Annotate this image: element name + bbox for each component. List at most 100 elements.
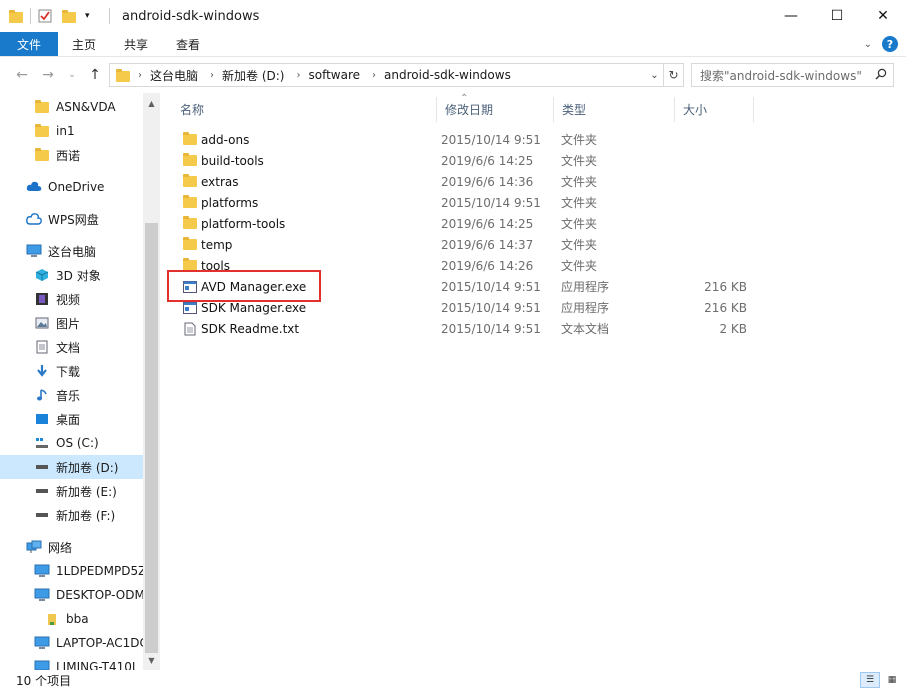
- file-row[interactable]: platforms 2015/10/14 9:51 文件夹: [172, 192, 762, 213]
- file-row[interactable]: extras 2019/6/6 14:36 文件夹: [172, 171, 762, 192]
- nav-item-documents[interactable]: 文档: [0, 335, 143, 359]
- nav-item-downloads[interactable]: 下载: [0, 359, 143, 383]
- nav-item-drive-d[interactable]: 新加卷 (D:): [0, 455, 143, 479]
- nav-item-network[interactable]: 网络: [0, 535, 143, 559]
- nav-item-in1[interactable]: in1: [0, 119, 143, 143]
- nav-item-xinuo[interactable]: 西诺: [0, 143, 143, 167]
- column-header-size[interactable]: 大小: [675, 97, 754, 122]
- nav-item-liming-t410l[interactable]: LIMING-T410L: [0, 655, 143, 670]
- search-input[interactable]: 搜索"android-sdk-windows": [691, 63, 894, 87]
- scroll-up-icon[interactable]: ▲: [143, 95, 160, 111]
- folder-icon: [182, 132, 198, 148]
- large-icons-view-icon[interactable]: ▦: [882, 672, 902, 688]
- back-arrow-icon[interactable]: ←: [12, 65, 32, 85]
- nav-item-1ldpedmpd5z[interactable]: 1LDPEDMPD5Z: [0, 559, 143, 583]
- chevron-right-icon[interactable]: ›: [210, 70, 214, 81]
- cloud-icon: [26, 179, 42, 195]
- nav-item-bba[interactable]: bba: [0, 607, 143, 631]
- tab-share[interactable]: 共享: [110, 32, 162, 56]
- file-size: 216 KB: [704, 279, 747, 294]
- nav-item-desktop-odm[interactable]: DESKTOP-ODM: [0, 583, 143, 607]
- refresh-icon[interactable]: ↻: [663, 64, 683, 86]
- scroll-thumb[interactable]: [145, 223, 158, 653]
- nav-item-desktop[interactable]: 桌面: [0, 407, 143, 431]
- nav-item-label: 新加卷 (E:): [56, 484, 117, 499]
- download-icon: [34, 363, 50, 379]
- file-name: add-ons: [201, 132, 250, 147]
- network-icon: [26, 539, 42, 555]
- forward-arrow-icon[interactable]: →: [38, 65, 58, 85]
- title-bar: ▾ android-sdk-windows — ☐ ✕: [0, 0, 906, 32]
- nav-item-os-c[interactable]: OS (C:): [0, 431, 143, 455]
- nav-item-music[interactable]: 音乐: [0, 383, 143, 407]
- breadcrumb-software[interactable]: software: [308, 68, 360, 82]
- column-header-type[interactable]: 类型: [554, 97, 675, 122]
- recent-locations-icon[interactable]: ⌄: [62, 65, 82, 85]
- nav-item-videos[interactable]: 视频: [0, 287, 143, 311]
- folder-icon: [182, 153, 198, 169]
- chevron-right-icon[interactable]: ›: [138, 70, 142, 81]
- nav-item-label: ASN&VDA: [56, 100, 116, 114]
- nav-item-drive-e[interactable]: 新加卷 (E:): [0, 479, 143, 503]
- file-date: 2019/6/6 14:26: [441, 258, 534, 273]
- avd-manager-highlight-box: [167, 270, 321, 302]
- chevron-down-icon[interactable]: ⌄: [864, 39, 872, 50]
- breadcrumb-this-pc[interactable]: 这台电脑: [150, 67, 198, 84]
- file-type: 文件夹: [561, 196, 598, 210]
- file-date: 2019/6/6 14:36: [441, 174, 534, 189]
- customize-toolbar-icon[interactable]: ▾: [85, 8, 95, 24]
- pictures-icon: [34, 315, 50, 331]
- folder-icon: [34, 99, 50, 115]
- column-header-date[interactable]: 修改日期: [437, 97, 554, 122]
- documents-icon: [34, 339, 50, 355]
- nav-item-pictures[interactable]: 图片: [0, 311, 143, 335]
- file-date: 2015/10/14 9:51: [441, 300, 541, 315]
- nav-item-onedrive[interactable]: OneDrive: [0, 175, 143, 199]
- nav-item-label: 3D 对象: [56, 268, 101, 283]
- file-type: 文件夹: [561, 154, 598, 168]
- 3d-objects-icon: [34, 267, 50, 283]
- breadcrumb-android-sdk-windows[interactable]: android-sdk-windows: [384, 68, 511, 82]
- nav-item-asn-vda[interactable]: ASN&VDA: [0, 95, 143, 119]
- file-type: 应用程序: [561, 280, 610, 294]
- tab-home[interactable]: 主页: [58, 32, 110, 56]
- text-file-icon: [182, 321, 198, 337]
- maximize-button[interactable]: ☐: [814, 0, 860, 32]
- file-row[interactable]: build-tools 2019/6/6 14:25 文件夹: [172, 150, 762, 171]
- file-type: 文件夹: [561, 238, 598, 252]
- nav-item-laptop-ac1dc[interactable]: LAPTOP-AC1DC: [0, 631, 143, 655]
- properties-icon[interactable]: [37, 8, 53, 24]
- window-title: android-sdk-windows: [122, 8, 260, 24]
- close-button[interactable]: ✕: [860, 0, 906, 32]
- wps-cloud-icon: [26, 211, 42, 227]
- address-history-dropdown[interactable]: ⌄: [645, 64, 663, 86]
- file-row[interactable]: platform-tools 2019/6/6 14:25 文件夹: [172, 213, 762, 234]
- folder-icon: [34, 123, 50, 139]
- details-view-icon[interactable]: ☰: [860, 672, 880, 688]
- nav-item-3d-objects[interactable]: 3D 对象: [0, 263, 143, 287]
- video-icon: [34, 291, 50, 307]
- address-bar[interactable]: › 这台电脑 › 新加卷 (D:) › software › android-s…: [109, 63, 684, 87]
- scroll-down-icon[interactable]: ▼: [143, 652, 160, 668]
- minimize-button[interactable]: —: [768, 0, 814, 32]
- up-arrow-icon[interactable]: ↑: [85, 65, 105, 85]
- navigation-pane: ASN&VDA in1 西诺 OneDrive WPS网盘 这台电脑 3D 对象: [0, 93, 160, 670]
- tab-view[interactable]: 查看: [162, 32, 214, 56]
- tab-file[interactable]: 文件: [0, 32, 58, 56]
- column-header-name[interactable]: 名称: [172, 97, 437, 122]
- file-date: 2019/6/6 14:25: [441, 153, 534, 168]
- nav-item-drive-f[interactable]: 新加卷 (F:): [0, 503, 143, 527]
- file-row[interactable]: SDK Readme.txt 2015/10/14 9:51 文本文档 2 KB: [172, 318, 762, 339]
- nav-item-this-pc[interactable]: 这台电脑: [0, 239, 143, 263]
- file-row[interactable]: temp 2019/6/6 14:37 文件夹: [172, 234, 762, 255]
- chevron-right-icon[interactable]: ›: [372, 70, 376, 81]
- help-icon[interactable]: ?: [882, 36, 898, 52]
- file-row[interactable]: add-ons 2015/10/14 9:51 文件夹: [172, 129, 762, 150]
- drive-icon: [34, 483, 50, 499]
- chevron-right-icon[interactable]: ›: [296, 70, 300, 81]
- new-folder-icon[interactable]: [61, 8, 77, 24]
- nav-scrollbar[interactable]: ▲ ▼: [143, 93, 160, 670]
- file-date: 2015/10/14 9:51: [441, 132, 541, 147]
- breadcrumb-drive-d[interactable]: 新加卷 (D:): [222, 67, 284, 84]
- nav-item-wps-cloud[interactable]: WPS网盘: [0, 207, 143, 231]
